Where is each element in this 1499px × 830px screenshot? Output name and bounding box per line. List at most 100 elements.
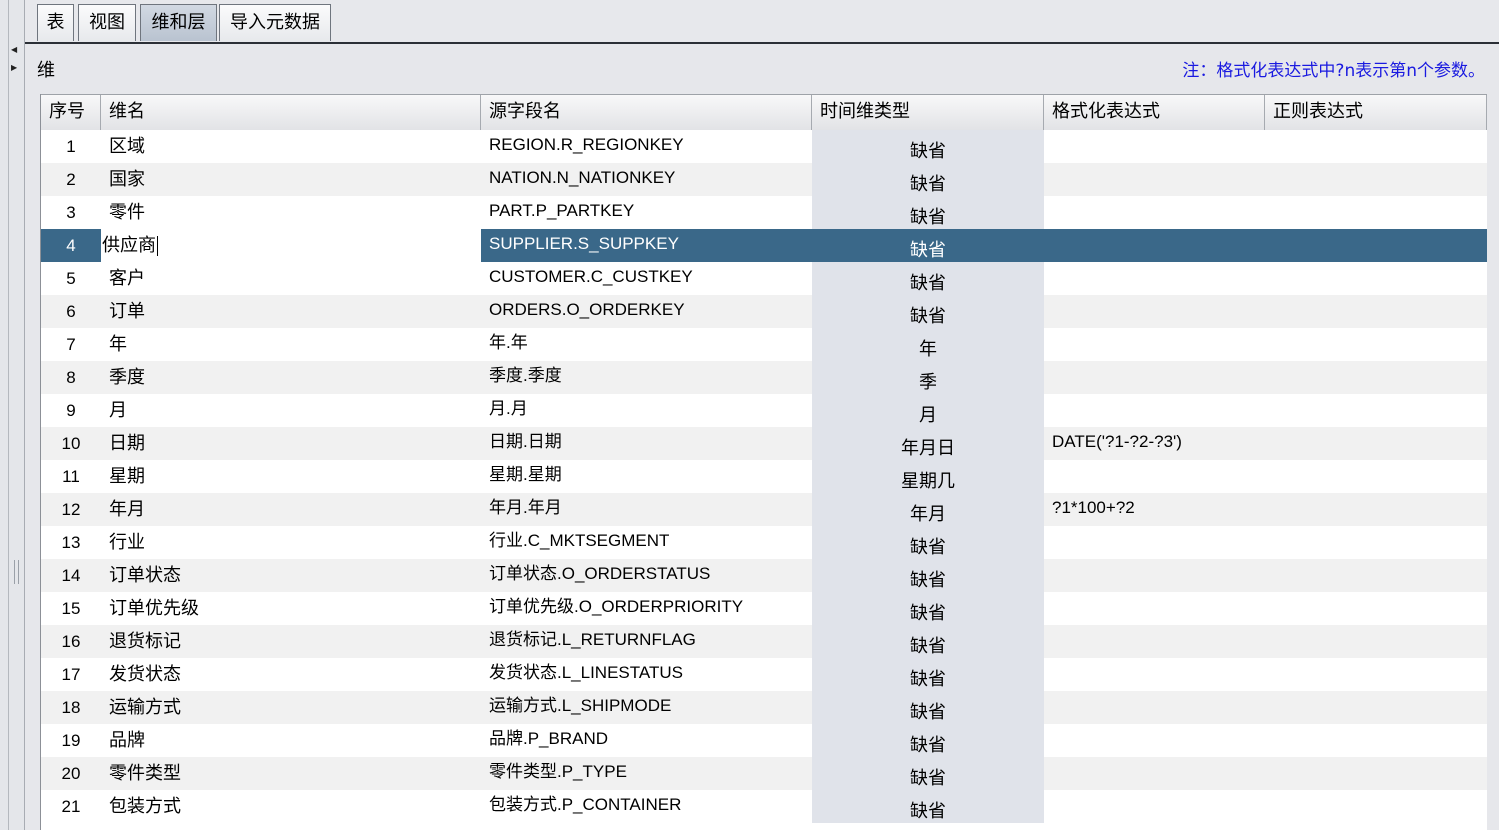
row-index[interactable]: 7 xyxy=(41,328,101,361)
format-expression-cell[interactable] xyxy=(1044,229,1265,262)
dimension-name-cell[interactable]: 订单状态 xyxy=(101,559,481,592)
tab-dimensions-levels[interactable]: 维和层 xyxy=(140,4,217,41)
column-header-source-field[interactable]: 源字段名 xyxy=(481,95,812,130)
regex-cell[interactable] xyxy=(1265,559,1487,592)
source-field-cell[interactable]: 订单优先级.O_ORDERPRIORITY xyxy=(481,592,812,625)
dimension-name-cell[interactable]: 零件类型 xyxy=(101,757,481,790)
format-expression-cell[interactable] xyxy=(1044,361,1265,394)
tab-tables[interactable]: 表 xyxy=(37,4,74,41)
source-field-cell[interactable]: CUSTOMER.C_CUSTKEY xyxy=(481,262,812,295)
table-row[interactable]: 14 订单状态 订单状态.O_ORDERSTATUS 缺省 xyxy=(41,559,1487,592)
regex-cell[interactable] xyxy=(1265,295,1487,328)
table-row[interactable]: 6 订单 ORDERS.O_ORDERKEY 缺省 xyxy=(41,295,1487,328)
time-type-cell[interactable]: 缺省 xyxy=(812,130,1044,163)
source-field-cell[interactable]: 品牌.P_BRAND xyxy=(481,724,812,757)
table-row[interactable]: 4 供应商 SUPPLIER.S_SUPPKEY 缺省 xyxy=(41,229,1487,262)
dimension-name-cell[interactable]: 包装方式 xyxy=(101,790,481,823)
dimension-name-cell[interactable]: 退货标记 xyxy=(101,625,481,658)
row-index[interactable]: 20 xyxy=(41,757,101,790)
format-expression-cell[interactable] xyxy=(1044,757,1265,790)
source-field-cell[interactable]: 日期.日期 xyxy=(481,427,812,460)
source-field-cell[interactable]: NATION.N_NATIONKEY xyxy=(481,163,812,196)
source-field-cell[interactable]: 订单状态.O_ORDERSTATUS xyxy=(481,559,812,592)
column-header-regex[interactable]: 正则表达式 xyxy=(1265,95,1487,130)
time-type-cell[interactable]: 缺省 xyxy=(812,295,1044,328)
column-header-format-expression[interactable]: 格式化表达式 xyxy=(1044,95,1265,130)
regex-cell[interactable] xyxy=(1265,625,1487,658)
splitter-grip-icon[interactable] xyxy=(14,560,19,584)
regex-cell[interactable] xyxy=(1265,361,1487,394)
table-row[interactable]: 3 零件 PART.P_PARTKEY 缺省 xyxy=(41,196,1487,229)
dimension-name-cell[interactable]: 国家 xyxy=(101,163,481,196)
left-splitter[interactable]: ◀ ▶ xyxy=(0,0,25,830)
format-expression-cell[interactable] xyxy=(1044,130,1265,163)
row-index[interactable]: 2 xyxy=(41,163,101,196)
regex-cell[interactable] xyxy=(1265,163,1487,196)
table-row[interactable]: 10 日期 日期.日期 年月日 DATE('?1-?2-?3') xyxy=(41,427,1487,460)
dimension-name-cell[interactable]: 发货状态 xyxy=(101,658,481,691)
regex-cell[interactable] xyxy=(1265,460,1487,493)
table-row[interactable]: 17 发货状态 发货状态.L_LINESTATUS 缺省 xyxy=(41,658,1487,691)
table-row[interactable]: 15 订单优先级 订单优先级.O_ORDERPRIORITY 缺省 xyxy=(41,592,1487,625)
time-type-cell[interactable]: 缺省 xyxy=(812,526,1044,559)
time-type-cell[interactable]: 星期几 xyxy=(812,460,1044,493)
row-index[interactable]: 4 xyxy=(41,229,101,262)
source-field-cell[interactable]: 退货标记.L_RETURNFLAG xyxy=(481,625,812,658)
time-type-cell[interactable]: 缺省 xyxy=(812,625,1044,658)
time-type-cell[interactable]: 缺省 xyxy=(812,724,1044,757)
time-type-cell[interactable]: 缺省 xyxy=(812,658,1044,691)
regex-cell[interactable] xyxy=(1265,493,1487,526)
format-expression-cell[interactable]: ?1*100+?2 xyxy=(1044,493,1265,526)
regex-cell[interactable] xyxy=(1265,592,1487,625)
row-index[interactable]: 21 xyxy=(41,790,101,823)
format-expression-cell[interactable] xyxy=(1044,328,1265,361)
row-index[interactable]: 10 xyxy=(41,427,101,460)
regex-cell[interactable] xyxy=(1265,394,1487,427)
source-field-cell[interactable]: SUPPLIER.S_SUPPKEY xyxy=(481,229,812,262)
format-expression-cell[interactable] xyxy=(1044,559,1265,592)
source-field-cell[interactable]: 运输方式.L_SHIPMODE xyxy=(481,691,812,724)
row-index[interactable]: 9 xyxy=(41,394,101,427)
regex-cell[interactable] xyxy=(1265,658,1487,691)
table-row[interactable]: 12 年月 年月.年月 年月 ?1*100+?2 xyxy=(41,493,1487,526)
dimension-name-cell[interactable]: 行业 xyxy=(101,526,481,559)
regex-cell[interactable] xyxy=(1265,691,1487,724)
row-index[interactable]: 14 xyxy=(41,559,101,592)
tab-views[interactable]: 视图 xyxy=(78,4,136,41)
table-row[interactable]: 7 年年.年年 xyxy=(41,328,1487,361)
table-row[interactable]: 1 区域 REGION.R_REGIONKEY 缺省 xyxy=(41,130,1487,163)
time-type-cell[interactable]: 年月 xyxy=(812,493,1044,526)
column-header-index[interactable]: 序号 xyxy=(41,95,101,130)
table-row[interactable]: 20 零件类型 零件类型.P_TYPE 缺省 xyxy=(41,757,1487,790)
format-expression-cell[interactable] xyxy=(1044,592,1265,625)
table-row[interactable]: 18 运输方式 运输方式.L_SHIPMODE 缺省 xyxy=(41,691,1487,724)
table-row[interactable]: 21 包装方式 包装方式.P_CONTAINER 缺省 xyxy=(41,790,1487,823)
regex-cell[interactable] xyxy=(1265,229,1487,262)
regex-cell[interactable] xyxy=(1265,526,1487,559)
format-expression-cell[interactable] xyxy=(1044,163,1265,196)
dimension-name-cell[interactable]: 区域 xyxy=(101,130,481,163)
table-row[interactable]: 2 国家 NATION.N_NATIONKEY 缺省 xyxy=(41,163,1487,196)
source-field-cell[interactable]: 年.年 xyxy=(481,328,812,361)
row-index[interactable]: 13 xyxy=(41,526,101,559)
source-field-cell[interactable]: 季度.季度 xyxy=(481,361,812,394)
dimension-name-cell[interactable]: 零件 xyxy=(101,196,481,229)
collapse-left-icon[interactable]: ◀ xyxy=(11,46,17,54)
time-type-cell[interactable]: 年 xyxy=(812,328,1044,361)
time-type-cell[interactable]: 缺省 xyxy=(812,559,1044,592)
regex-cell[interactable] xyxy=(1265,724,1487,757)
source-field-cell[interactable]: 包装方式.P_CONTAINER xyxy=(481,790,812,823)
source-field-cell[interactable]: 行业.C_MKTSEGMENT xyxy=(481,526,812,559)
table-row[interactable]: 16 退货标记 退货标记.L_RETURNFLAG 缺省 xyxy=(41,625,1487,658)
format-expression-cell[interactable] xyxy=(1044,691,1265,724)
format-expression-cell[interactable] xyxy=(1044,526,1265,559)
dimension-name-cell[interactable]: 星期 xyxy=(101,460,481,493)
column-header-time-type[interactable]: 时间维类型 xyxy=(812,95,1044,130)
row-index[interactable]: 19 xyxy=(41,724,101,757)
time-type-cell[interactable]: 缺省 xyxy=(812,163,1044,196)
format-expression-cell[interactable] xyxy=(1044,460,1265,493)
regex-cell[interactable] xyxy=(1265,328,1487,361)
time-type-cell[interactable]: 年月日 xyxy=(812,427,1044,460)
table-row[interactable]: 13 行业 行业.C_MKTSEGMENT 缺省 xyxy=(41,526,1487,559)
regex-cell[interactable] xyxy=(1265,130,1487,163)
